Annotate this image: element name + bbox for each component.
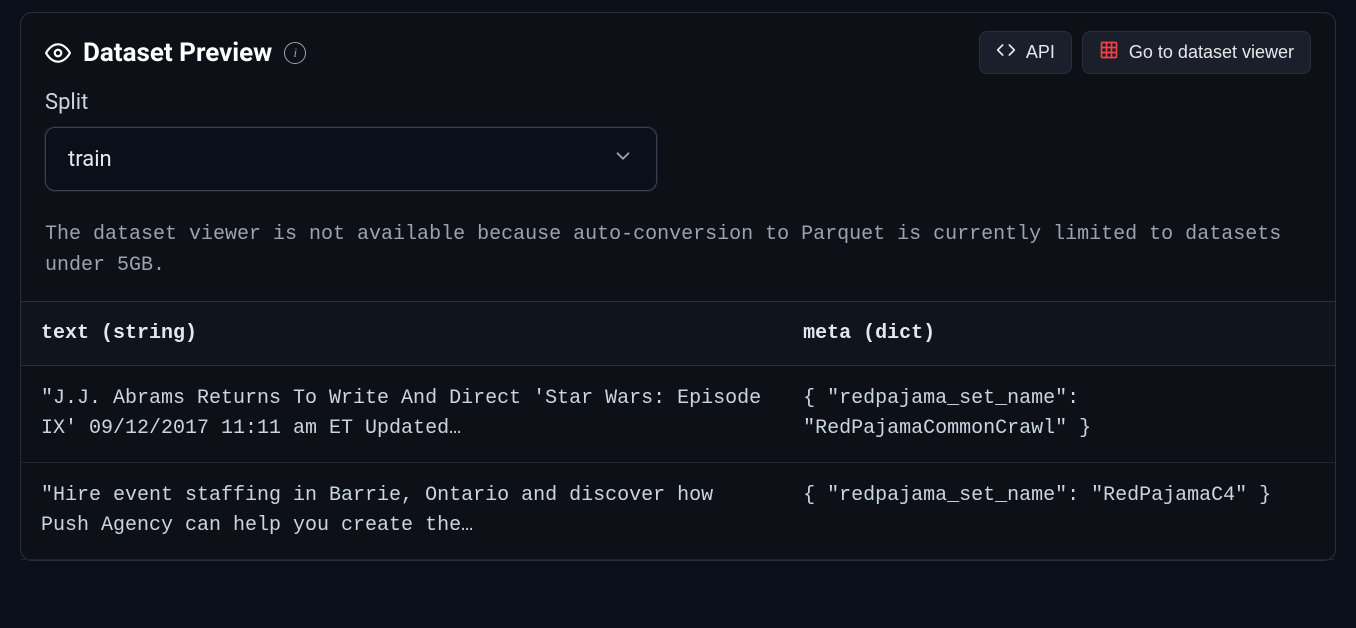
panel-header: Dataset Preview i API xyxy=(21,13,1335,82)
cell-meta-value: { "redpajama_set_name": "RedPajamaC4" } xyxy=(803,481,1315,511)
table-row[interactable]: "Hire event staffing in Barrie, Ontario … xyxy=(21,463,1335,560)
split-selected-value: train xyxy=(68,147,112,172)
chevron-down-icon xyxy=(612,145,634,173)
cell-meta: { "redpajama_set_name": "RedPajamaCommon… xyxy=(783,366,1335,463)
split-select-wrapper: train xyxy=(21,119,1335,209)
cell-text-value: "Hire event staffing in Barrie, Ontario … xyxy=(41,481,763,541)
title-group: Dataset Preview i xyxy=(45,38,306,68)
api-button[interactable]: API xyxy=(979,31,1072,74)
page-title: Dataset Preview xyxy=(83,38,272,68)
cell-text-value: "J.J. Abrams Returns To Write And Direct… xyxy=(41,384,763,444)
preview-table: text (string) meta (dict) "J.J. Abrams R… xyxy=(21,301,1335,560)
table-row[interactable]: "J.J. Abrams Returns To Write And Direct… xyxy=(21,366,1335,463)
column-header-text[interactable]: text (string) xyxy=(21,302,783,366)
cell-meta: { "redpajama_set_name": "RedPajamaC4" } xyxy=(783,463,1335,560)
cell-text: "Hire event staffing in Barrie, Ontario … xyxy=(21,463,783,560)
split-select[interactable]: train xyxy=(45,127,657,191)
grid-icon xyxy=(1099,40,1119,65)
notice-message: The dataset viewer is not available beca… xyxy=(21,209,1335,301)
cell-meta-value: { "redpajama_set_name": "RedPajamaCommon… xyxy=(803,384,1315,444)
api-button-label: API xyxy=(1026,42,1055,63)
header-actions: API Go to dataset viewer xyxy=(979,31,1311,74)
column-header-meta[interactable]: meta (dict) xyxy=(783,302,1335,366)
goto-viewer-label: Go to dataset viewer xyxy=(1129,42,1294,63)
goto-viewer-button[interactable]: Go to dataset viewer xyxy=(1082,31,1311,74)
table-header-row: text (string) meta (dict) xyxy=(21,302,1335,366)
code-icon xyxy=(996,40,1016,65)
dataset-preview-panel: Dataset Preview i API xyxy=(20,12,1336,561)
eye-icon xyxy=(45,40,71,66)
cell-text: "J.J. Abrams Returns To Write And Direct… xyxy=(21,366,783,463)
split-label: Split xyxy=(21,82,1335,119)
info-icon[interactable]: i xyxy=(284,42,306,64)
